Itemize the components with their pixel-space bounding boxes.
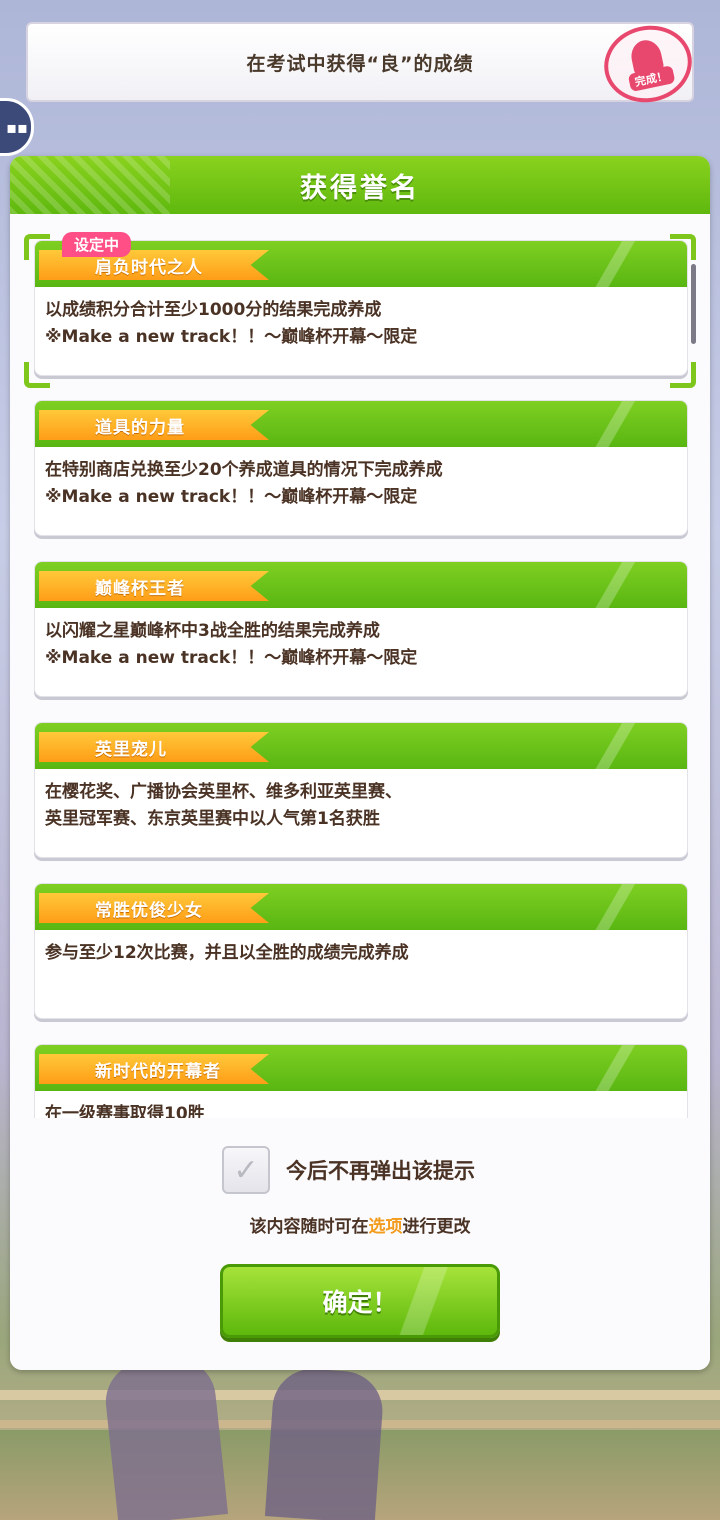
- title-note: 英里冠军赛、东京英里赛中以人气第1名获胜: [45, 809, 380, 829]
- title-card[interactable]: 巅峰杯王者 以闪耀之星巅峰杯中3战全胜的结果完成养成 ※Make a new tr…: [34, 561, 688, 697]
- dont-show-again-row[interactable]: ✓ 今后不再弹出该提示: [222, 1146, 475, 1194]
- title-desc: 在特别商店兑换至少20个养成道具的情况下完成养成: [45, 460, 443, 480]
- title-name: 英里宠儿: [95, 739, 167, 760]
- dialog-footer: ✓ 今后不再弹出该提示 该内容随时可在选项进行更改 确定！: [10, 1118, 710, 1370]
- title-card[interactable]: 道具的力量 在特别商店兑换至少20个养成道具的情况下完成养成 ※Make a ne…: [34, 400, 688, 536]
- title-desc: 以闪耀之星巅峰杯中3战全胜的结果完成养成: [45, 621, 380, 641]
- dont-show-again-checkbox[interactable]: ✓: [222, 1146, 270, 1194]
- mission-text: 在考试中获得“良”的成绩: [246, 52, 474, 75]
- title-desc: 参与至少12次比赛，并且以全胜的成绩完成养成: [45, 943, 409, 963]
- confirm-label: 确定！: [322, 1288, 398, 1317]
- title-note: ※Make a new track！！～巅峰杯开幕～限定: [45, 487, 418, 507]
- title-note: ※Make a new track！！～巅峰杯开幕～限定: [45, 327, 418, 347]
- title-card[interactable]: 常胜优俊少女 参与至少12次比赛，并且以全胜的成绩完成养成: [34, 883, 688, 1019]
- title-desc: 在樱花奖、广播协会英里杯、维多利亚英里赛、: [45, 782, 402, 802]
- title-note: ※Make a new track！！～巅峰杯开幕～限定: [45, 648, 418, 668]
- complete-stamp: 完成！: [597, 17, 699, 111]
- dialog-title: 获得誉名: [300, 172, 420, 204]
- title-desc: 在一级赛事取得10胜: [45, 1104, 205, 1118]
- title-list[interactable]: 肩负时代之人 以成绩积分合计至少1000分的结果完成养成 ※Make a new …: [10, 230, 710, 1118]
- title-card[interactable]: 肩负时代之人 以成绩积分合计至少1000分的结果完成养成 ※Make a new …: [34, 240, 688, 376]
- options-hint: 该内容随时可在选项进行更改: [249, 1217, 471, 1237]
- checkmark-icon: ✓: [233, 1152, 259, 1188]
- title-card[interactable]: 英里宠儿 在樱花奖、广播协会英里杯、维多利亚英里赛、 英里冠军赛、东京英里赛中以人…: [34, 722, 688, 858]
- title-name: 巅峰杯王者: [95, 578, 185, 599]
- confirm-button[interactable]: 确定！: [220, 1264, 500, 1338]
- list-scrollbar[interactable]: [691, 264, 696, 344]
- title-name: 新时代的开幕者: [95, 1061, 221, 1082]
- dont-show-again-label: 今后不再弹出该提示: [286, 1159, 475, 1183]
- title-name: 道具的力量: [95, 417, 185, 438]
- options-link[interactable]: 选项: [369, 1217, 403, 1237]
- title-acquired-dialog: 获得誉名 设定中 肩负时代之人 以成绩积分合计至少1000分的结果完成养成 ※Ma…: [10, 156, 710, 1370]
- title-name: 常胜优俊少女: [95, 900, 203, 921]
- dialog-header: 获得誉名: [10, 156, 710, 214]
- title-desc: 以成绩积分合计至少1000分的结果完成养成: [45, 300, 382, 320]
- chat-icon: ▪▪: [6, 117, 28, 137]
- title-card[interactable]: 新时代的开幕者 在一级赛事取得10胜: [34, 1044, 688, 1118]
- mission-banner: 在考试中获得“良”的成绩 完成！: [26, 17, 699, 111]
- setting-badge: 设定中: [62, 232, 132, 257]
